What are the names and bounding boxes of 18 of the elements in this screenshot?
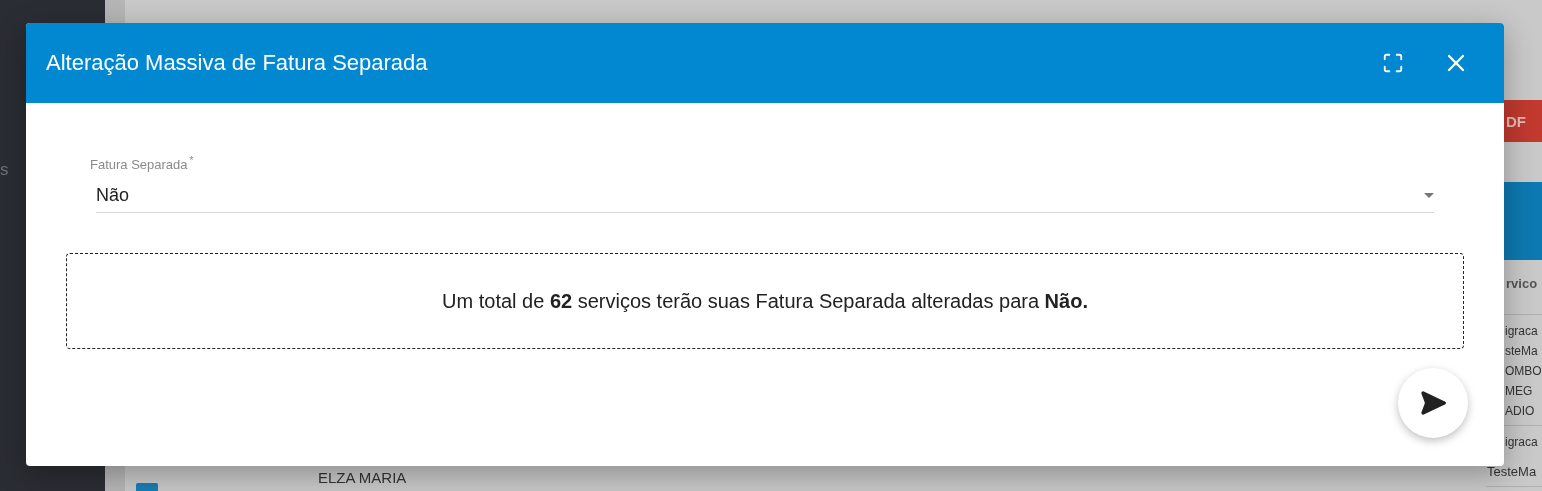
row-checkbox[interactable] bbox=[136, 483, 158, 491]
table-cell-text: igraca bbox=[1504, 434, 1539, 451]
table-cell-text: ADIO bbox=[1504, 403, 1536, 420]
table-cell-text: MEG bbox=[1504, 383, 1534, 400]
table-cell-text: OMBO bbox=[1504, 363, 1542, 380]
caret-icon bbox=[1424, 193, 1434, 198]
send-icon bbox=[1419, 389, 1447, 417]
sidebar-label: s bbox=[0, 160, 9, 180]
table-cell-text: steMa bbox=[1504, 343, 1539, 360]
field-value: Não bbox=[96, 185, 131, 206]
table-cell-text: igraca bbox=[1504, 323, 1539, 340]
send-button[interactable] bbox=[1398, 368, 1468, 438]
field-label: Fatura Separada bbox=[90, 157, 188, 172]
message-text: Um total de 62 serviços terão suas Fatura Separada alteradas para Não. bbox=[442, 289, 1088, 313]
dialog-title: Alteração Massiva de Fatura Separada bbox=[46, 50, 429, 76]
table-cell: ELZA MARIA bbox=[318, 469, 407, 486]
required-mark: * bbox=[189, 155, 194, 166]
table-cell-text: TesteMa bbox=[1486, 463, 1538, 481]
